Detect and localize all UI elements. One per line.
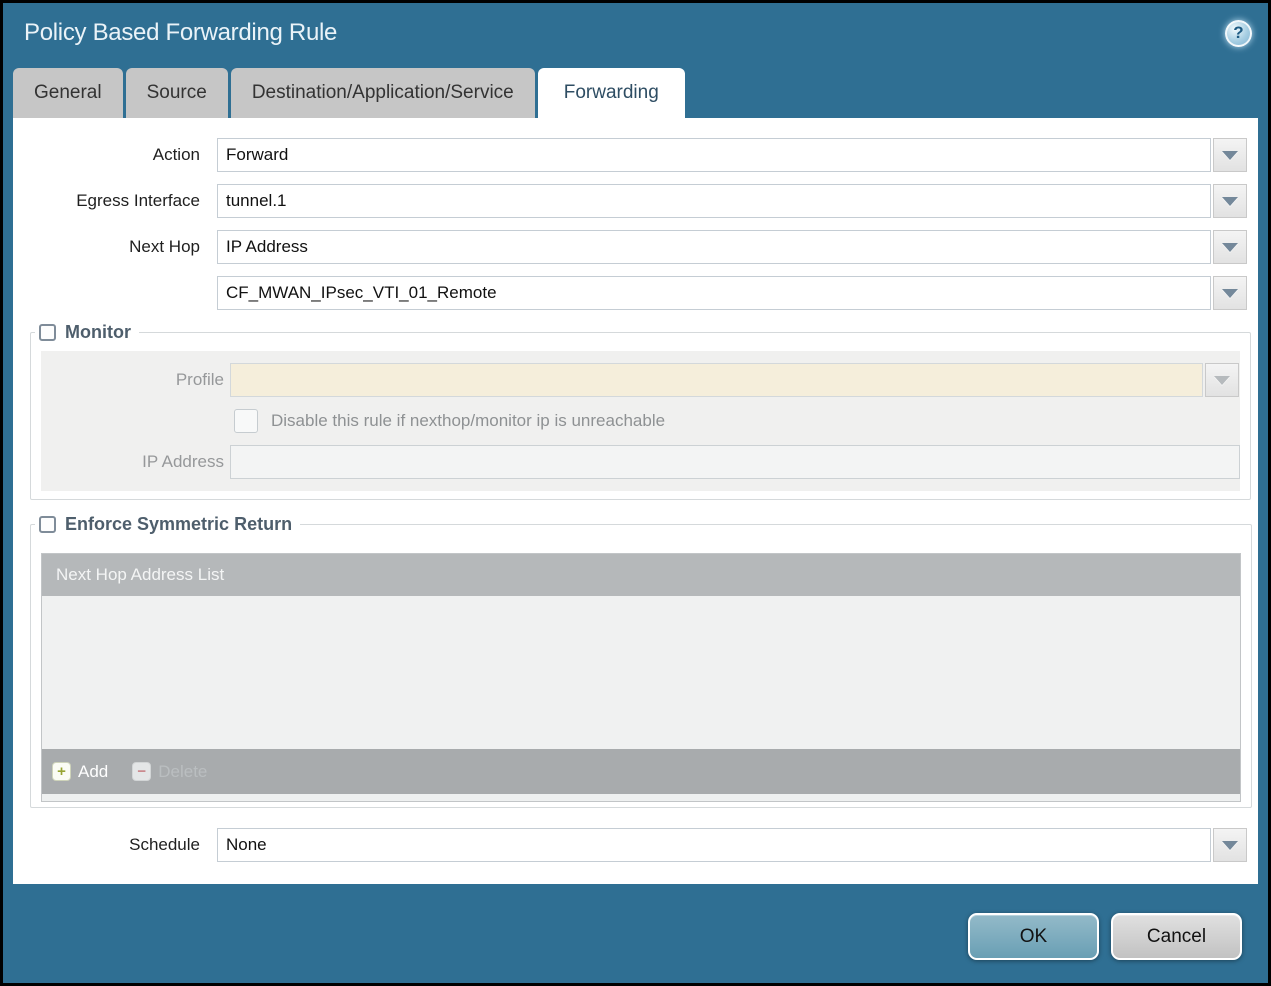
disable-rule-row: Disable this rule if nexthop/monitor ip … xyxy=(41,409,1240,433)
action-row: Action Forward xyxy=(13,138,1258,172)
action-combobox: Forward xyxy=(217,138,1247,172)
egress-interface-row: Egress Interface tunnel.1 xyxy=(13,184,1258,218)
dialog-title: Policy Based Forwarding Rule xyxy=(24,19,338,46)
chevron-down-icon xyxy=(1222,242,1238,252)
profile-combobox xyxy=(230,363,1239,397)
chevron-down-icon xyxy=(1214,375,1230,385)
disable-rule-label: Disable this rule if nexthop/monitor ip … xyxy=(271,411,666,430)
next-hop-row: Next Hop IP Address xyxy=(13,230,1258,264)
dialog-titlebar: Policy Based Forwarding Rule ? xyxy=(3,3,1268,63)
egress-interface-dropdown-button[interactable] xyxy=(1213,184,1247,218)
schedule-row: Schedule None xyxy=(13,828,1258,862)
monitor-fields-panel: Profile Disable this rule if nexthop/mon… xyxy=(41,351,1240,491)
schedule-dropdown-button[interactable] xyxy=(1213,828,1247,862)
chevron-down-icon xyxy=(1222,840,1238,850)
enforce-symmetric-return-checkbox[interactable] xyxy=(39,516,56,533)
profile-row: Profile xyxy=(41,363,1240,397)
tab-source[interactable]: Source xyxy=(125,68,228,118)
forwarding-tab-panel: Action Forward Egress Interface tunnel.1… xyxy=(13,118,1258,884)
cancel-button[interactable]: Cancel xyxy=(1111,913,1242,960)
next-hop-address-list-body[interactable] xyxy=(42,596,1240,749)
egress-interface-input[interactable]: tunnel.1 xyxy=(217,184,1211,218)
next-hop-address-dropdown-button[interactable] xyxy=(1213,276,1247,310)
disable-rule-checkbox xyxy=(234,409,258,433)
tab-destination-application-service[interactable]: Destination/Application/Service xyxy=(230,68,535,118)
schedule-combobox: None xyxy=(217,828,1247,862)
next-hop-address-list-header[interactable]: Next Hop Address List xyxy=(42,554,1240,596)
add-button[interactable]: + Add xyxy=(52,762,108,782)
monitor-ip-input xyxy=(230,445,1240,479)
egress-interface-label: Egress Interface xyxy=(76,191,200,210)
add-button-label: Add xyxy=(78,761,109,781)
next-hop-address-list-table: Next Hop Address List + Add − Delete xyxy=(41,553,1241,802)
schedule-input[interactable]: None xyxy=(217,828,1211,862)
chevron-down-icon xyxy=(1222,288,1238,298)
chevron-down-icon xyxy=(1222,150,1238,160)
action-label: Action xyxy=(152,145,200,164)
monitor-checkbox[interactable] xyxy=(39,324,56,341)
next-hop-address-input[interactable]: CF_MWAN_IPsec_VTI_01_Remote xyxy=(217,276,1211,310)
monitor-legend-label: Monitor xyxy=(65,322,131,342)
profile-input xyxy=(230,363,1203,397)
delete-button: − Delete xyxy=(132,762,207,782)
ok-button[interactable]: OK xyxy=(968,913,1099,960)
profile-dropdown-button xyxy=(1205,363,1239,397)
next-hop-address-list-toolbar: + Add − Delete xyxy=(42,749,1240,794)
pbf-rule-dialog: Policy Based Forwarding Rule ? General S… xyxy=(3,3,1268,983)
schedule-label: Schedule xyxy=(129,835,200,854)
monitor-legend: Monitor xyxy=(35,322,139,343)
egress-interface-combobox: tunnel.1 xyxy=(217,184,1247,218)
monitor-ip-label: IP Address xyxy=(142,452,224,471)
monitor-group: Monitor Profile Disable this rule if nex… xyxy=(30,322,1251,500)
minus-icon: − xyxy=(132,762,152,781)
plus-icon: + xyxy=(52,762,71,781)
tab-forwarding[interactable]: Forwarding xyxy=(537,68,685,118)
tab-bar: General Source Destination/Application/S… xyxy=(3,63,1268,118)
next-hop-address-row: CF_MWAN_IPsec_VTI_01_Remote xyxy=(13,276,1258,310)
tab-general[interactable]: General xyxy=(13,68,123,118)
action-input[interactable]: Forward xyxy=(217,138,1211,172)
dialog-footer: OK Cancel xyxy=(3,884,1268,980)
chevron-down-icon xyxy=(1222,196,1238,206)
monitor-ip-row: IP Address xyxy=(41,445,1240,479)
enforce-symmetric-return-group: Enforce Symmetric Return Next Hop Addres… xyxy=(30,514,1252,808)
next-hop-type-input[interactable]: IP Address xyxy=(217,230,1211,264)
enforce-symmetric-return-legend: Enforce Symmetric Return xyxy=(35,514,300,535)
delete-button-label: Delete xyxy=(158,761,208,781)
help-icon[interactable]: ? xyxy=(1225,19,1252,47)
next-hop-address-combobox: CF_MWAN_IPsec_VTI_01_Remote xyxy=(217,276,1247,310)
action-dropdown-button[interactable] xyxy=(1213,138,1247,172)
next-hop-combobox: IP Address xyxy=(217,230,1247,264)
enforce-symmetric-return-legend-label: Enforce Symmetric Return xyxy=(65,514,293,534)
profile-label: Profile xyxy=(175,370,224,389)
table-bottom-strip xyxy=(42,794,1240,801)
next-hop-label: Next Hop xyxy=(129,237,200,256)
next-hop-dropdown-button[interactable] xyxy=(1213,230,1247,264)
